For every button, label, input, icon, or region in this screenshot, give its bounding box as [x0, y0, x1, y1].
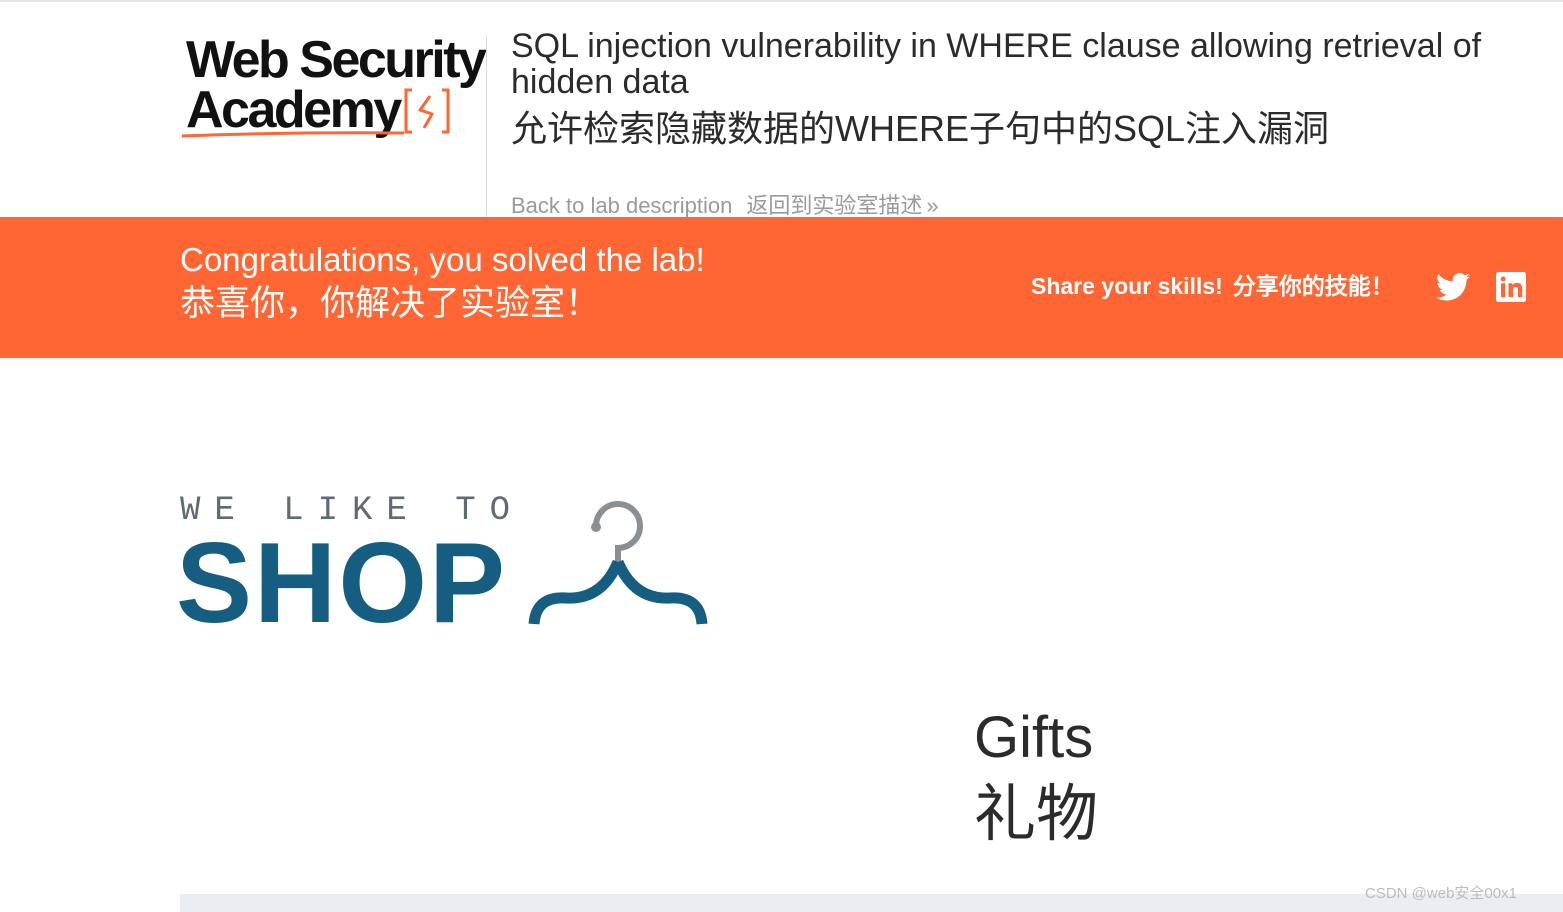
category-title-en: Gifts [974, 705, 1094, 770]
linkedin-icon[interactable] [1496, 272, 1526, 302]
congratulations-message-zh: 恭喜你，你解决了实验室！ [180, 284, 601, 323]
hanger-icon [528, 501, 708, 625]
header-divider [486, 36, 487, 222]
lab-solved-banner: Congratulations, you solved the lab! 恭喜你… [0, 217, 1563, 358]
twitter-icon[interactable] [1436, 272, 1470, 302]
share-label-en: Share your skills! [1031, 273, 1223, 299]
category-filter-bar [180, 894, 1563, 912]
category-title-zh: 礼物 [974, 780, 1099, 849]
shop-logo-word[interactable]: SHOP [176, 526, 507, 642]
back-link-label-en: Back to lab description [511, 193, 733, 218]
share-skills-label: Share your skills! 分享你的技能！ [1031, 271, 1394, 301]
double-chevron-right-icon: » [926, 193, 939, 218]
lab-title-en: SQL injection vulnerability in WHERE cla… [511, 27, 1482, 101]
back-link-label-zh: 返回到实验室描述 [746, 193, 923, 218]
back-to-lab-description-link[interactable]: Back to lab description 返回到实验室描述» [511, 192, 939, 220]
top-rule [0, 0, 1563, 2]
logo-accent-icon [181, 88, 450, 138]
congratulations-message-en: Congratulations, you solved the lab! [180, 241, 705, 278]
lab-title-zh: 允许检索隐藏数据的WHERE子句中的SQL注入漏洞 [511, 108, 1330, 149]
share-label-zh: 分享你的技能！ [1232, 273, 1394, 299]
web-security-academy-logo[interactable]: Web Security Academy [180, 28, 487, 146]
csdn-watermark: CSDN @web安全00x1 [1365, 885, 1517, 902]
